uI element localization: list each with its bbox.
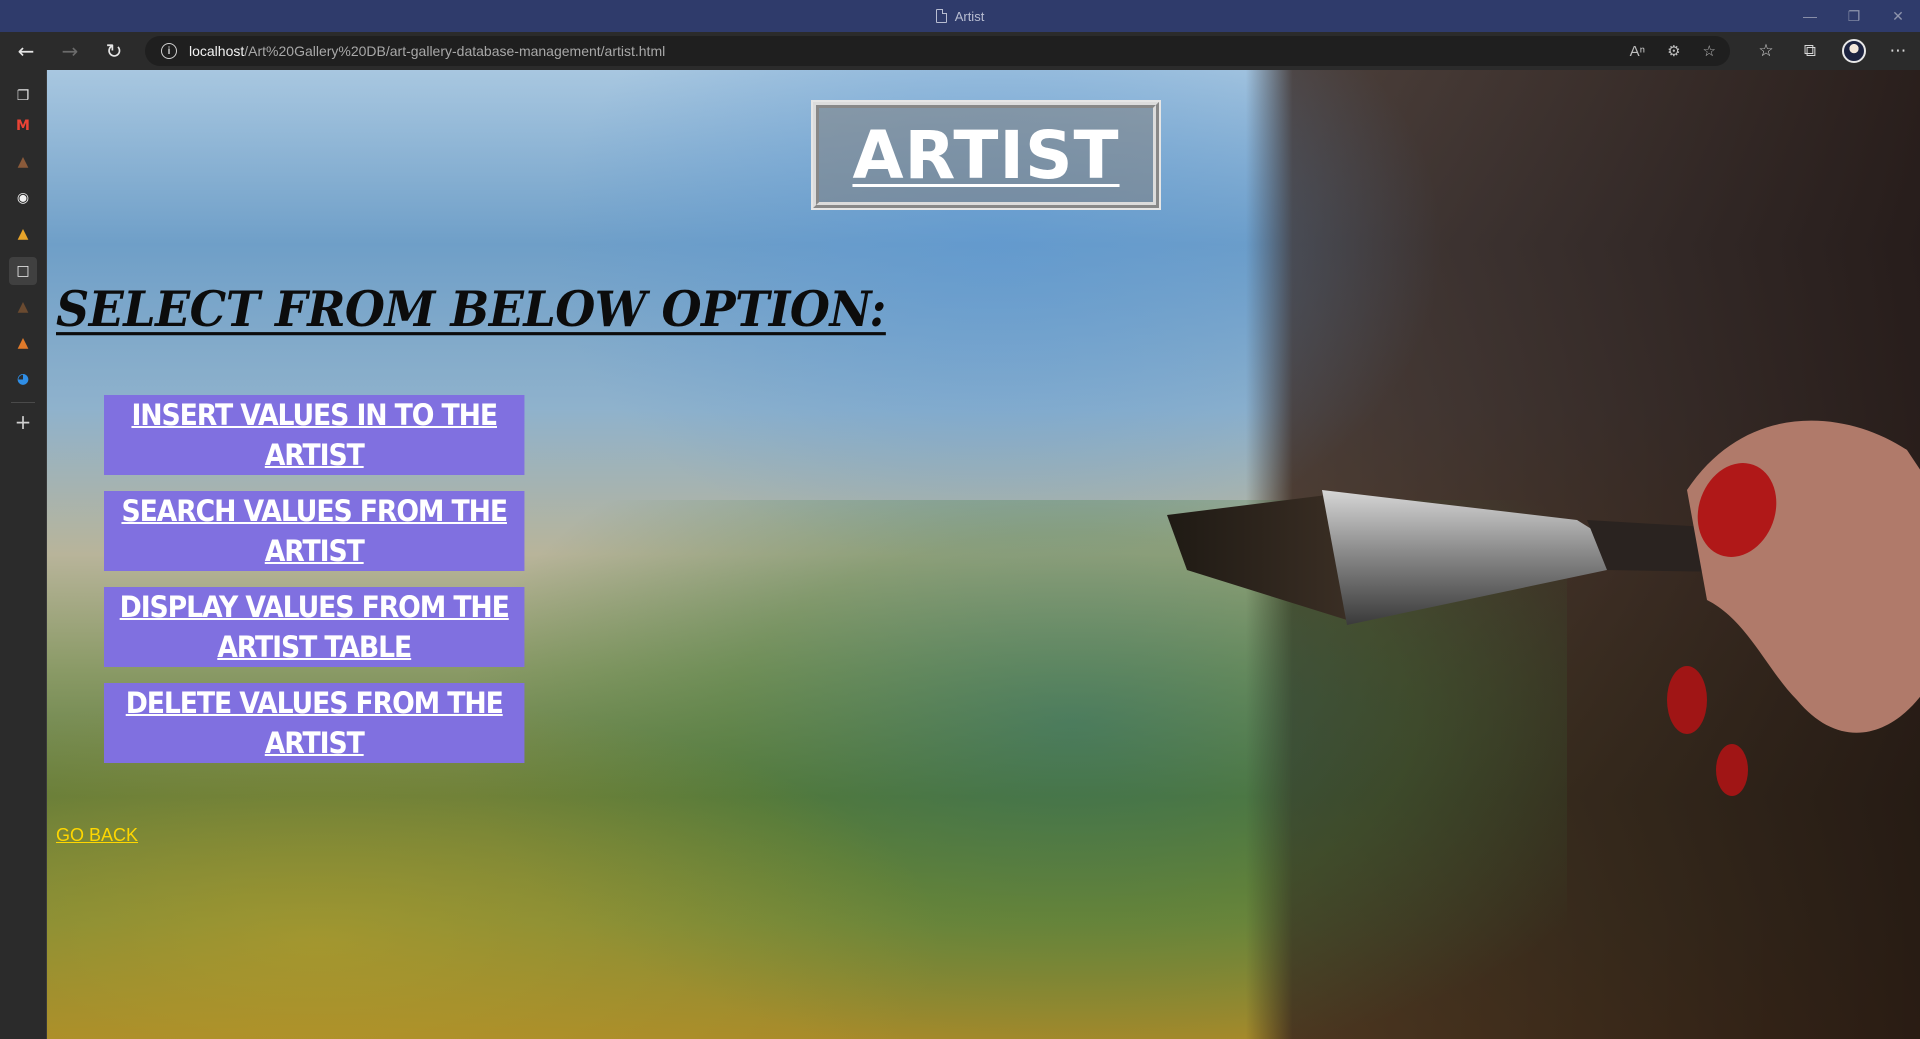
page-viewport: ARTIST SELECT FROM BELOW OPTION: INSERT … [47, 70, 1920, 1039]
delete-values-button[interactable]: DELETE VALUES FROM THE ARTIST [104, 683, 525, 763]
page-title-box: ARTIST [811, 100, 1161, 210]
paintbrush-hand-image [1167, 420, 1920, 796]
collections-icon[interactable]: ⧉ [1788, 32, 1832, 70]
toolbar-right: ☆ ⧉ ⋯ [1744, 32, 1920, 70]
insert-values-button[interactable]: INSERT VALUES IN TO THE ARTIST [104, 395, 525, 475]
search-values-button[interactable]: SEARCH VALUES FROM THE ARTIST [104, 491, 525, 571]
url-host: localhost [189, 43, 245, 59]
document-icon [935, 9, 947, 23]
url-path: /Art%20Gallery%20DB/art-gallery-database… [244, 43, 666, 59]
github-icon[interactable]: ◉ [9, 184, 37, 212]
document-icon[interactable]: □ [9, 257, 37, 285]
info-icon[interactable]: i [161, 43, 177, 59]
gmail-icon[interactable]: M [9, 112, 37, 140]
minimize-icon[interactable]: — [1788, 0, 1832, 32]
back-icon[interactable]: ← [8, 35, 44, 67]
more-icon[interactable]: ⋯ [1876, 32, 1920, 70]
add-icon[interactable]: + [9, 408, 37, 436]
edge-icon[interactable]: ◕ [9, 365, 37, 393]
favorites-icon[interactable]: ☆ [1744, 32, 1788, 70]
profile-avatar[interactable] [1832, 32, 1876, 70]
read-aloud-icon[interactable]: Aⁿ [1630, 43, 1645, 60]
restore-icon[interactable]: ❐ [1832, 0, 1876, 32]
app-icon[interactable]: ▲ [9, 329, 37, 357]
forward-icon[interactable]: → [52, 35, 88, 67]
display-values-button[interactable]: DISPLAY VALUES FROM THE ARTIST TABLE [104, 587, 525, 667]
window-title-bar: Artist — ❐ ✕ [0, 0, 1920, 32]
select-option-heading: SELECT FROM BELOW OPTION: [56, 280, 886, 338]
window-title: Artist [954, 8, 985, 24]
app-icon[interactable]: ▲ [9, 293, 37, 321]
go-back-link[interactable]: GO BACK [56, 825, 138, 846]
tabs-icon[interactable]: ❐ [9, 82, 37, 110]
page-title: ARTIST [852, 116, 1120, 194]
translate-icon[interactable]: ⚙ [1667, 42, 1680, 60]
sidebar-divider [11, 402, 35, 403]
app-icon[interactable]: ▲ [9, 148, 37, 176]
add-favorite-icon[interactable]: ☆ [1703, 42, 1716, 60]
window-controls: — ❐ ✕ [1788, 0, 1920, 32]
address-bar-actions: Aⁿ ⚙ ☆ [1630, 36, 1716, 66]
close-icon[interactable]: ✕ [1876, 0, 1920, 32]
browser-sidebar: ❐ M ▲ ◉ ▲ □ ▲ ▲ ◕ + [0, 70, 47, 1039]
browser-toolbar: ← → ↻ i localhost/Art%20Gallery%20DB/art… [0, 32, 1920, 70]
refresh-icon[interactable]: ↻ [96, 35, 132, 67]
app-icon[interactable]: ▲ [9, 220, 37, 248]
address-bar[interactable]: i localhost/Art%20Gallery%20DB/art-galle… [145, 36, 1730, 66]
